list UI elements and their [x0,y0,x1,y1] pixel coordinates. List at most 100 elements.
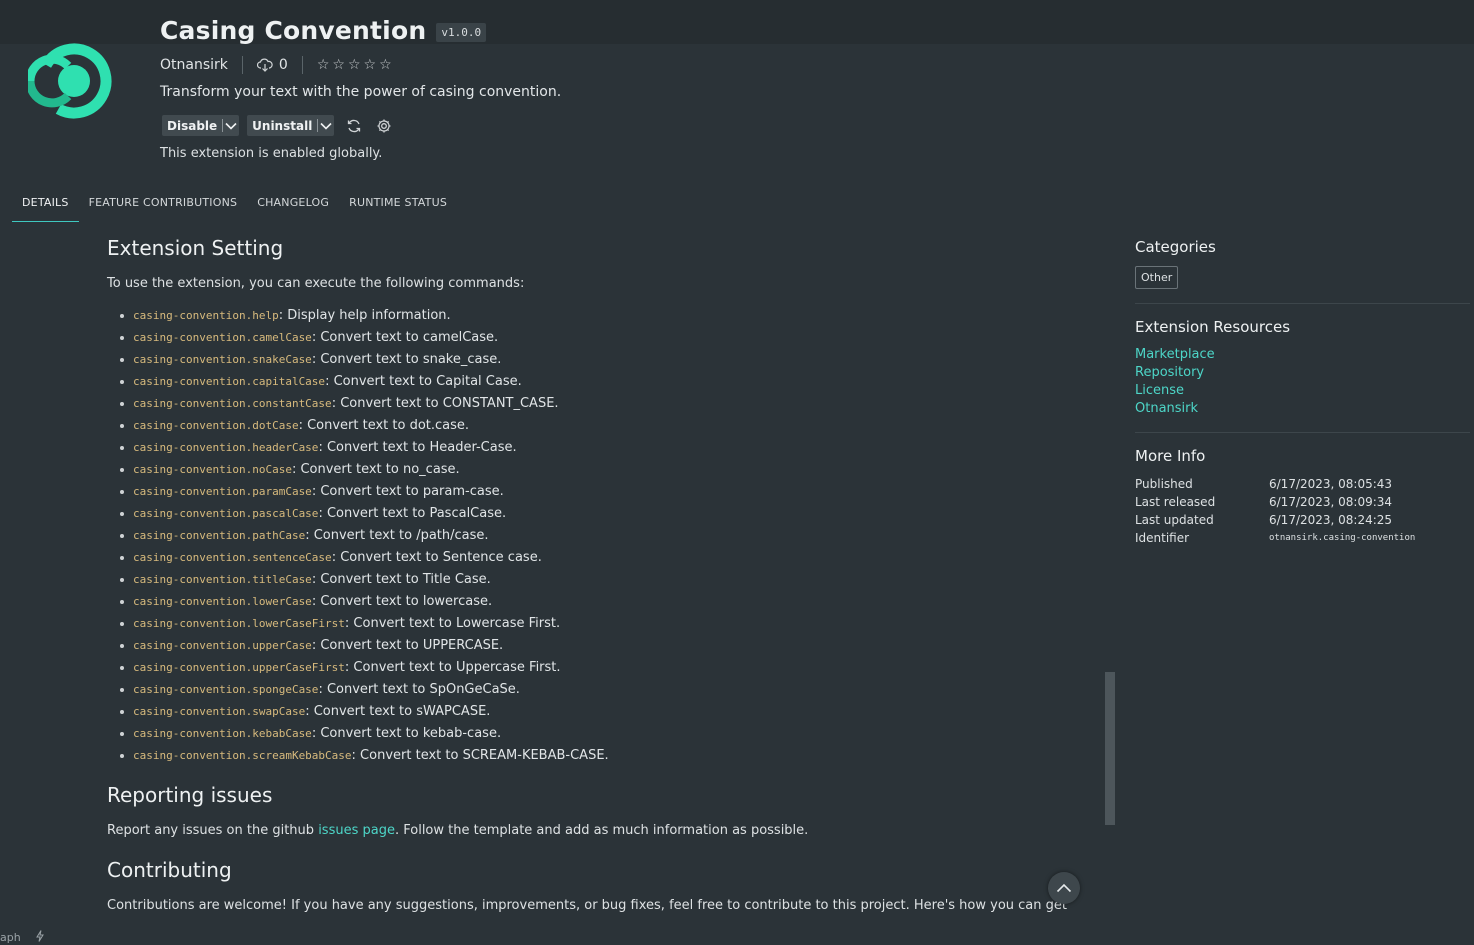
command-id: casing-convention.help [133,309,279,322]
extension-setting-heading: Extension Setting [107,236,284,260]
publisher-name[interactable]: Otnansirk [160,57,228,73]
list-item: casing-convention.sentenceCase: Convert … [120,547,1097,569]
command-description: : Convert text to Sentence case. [331,550,542,565]
list-item: casing-convention.titleCase: Convert tex… [120,569,1097,591]
version-badge: v1.0.0 [436,23,487,42]
list-item: casing-convention.swapCase: Convert text… [120,701,1097,723]
star-icon: ☆ [379,57,392,73]
star-icon: ☆ [363,57,377,73]
command-description: : Convert text to kebab-case. [311,726,502,741]
uninstall-dropdown-button[interactable] [318,115,334,136]
command-description: : Convert text to dot.case. [298,418,470,433]
command-id: casing-convention.upperCase [133,639,312,652]
command-description: : Convert text to PascalCase. [318,506,507,521]
chevron-up-icon [1056,883,1072,893]
command-id: casing-convention.swapCase [133,705,306,718]
command-id: casing-convention.paramCase [133,485,312,498]
command-list: casing-convention.help: Display help inf… [120,305,1097,767]
info-row-last-updated: Last updated 6/17/2023, 08:24:25 [1135,513,1393,527]
disable-dropdown-button[interactable] [223,115,239,136]
extension-logo [25,42,116,120]
extension-sidebar: Categories Other Extension Resources Mar… [1135,238,1470,547]
resources-heading: Extension Resources [1135,318,1291,336]
tab-details[interactable]: DETAILS [12,190,79,222]
command-description: : Display help information. [278,308,451,323]
command-description: : Convert text to SCREAM-KEBAB-CASE. [351,748,609,763]
command-description: : Convert text to SpOnGeCaSe. [318,682,520,697]
marketplace-link[interactable]: Marketplace [1135,346,1470,364]
reporting-issues-heading: Reporting issues [107,783,273,807]
list-item: casing-convention.capitalCase: Convert t… [120,371,1097,393]
rating-stars[interactable]: ☆ ☆ ☆ ☆ ☆ [317,57,392,73]
content-scrollbar[interactable] [1105,672,1115,825]
list-item: casing-convention.lowerCaseFirst: Conver… [120,613,1097,635]
sync-button[interactable] [344,116,364,136]
tab-runtime-status[interactable]: RUNTIME STATUS [339,190,457,222]
command-id: casing-convention.titleCase [133,573,312,586]
issues-page-link[interactable]: issues page [318,823,395,838]
action-bar: Disable Uninstall [162,115,394,136]
cloud-download-icon [256,58,273,72]
star-icon: ☆ [316,57,330,73]
command-id: casing-convention.constantCase [133,397,332,410]
list-item: casing-convention.screamKebabCase: Conve… [120,745,1097,767]
list-item: casing-convention.paramCase: Convert tex… [120,481,1097,503]
list-item: casing-convention.snakeCase: Convert tex… [120,349,1097,371]
list-item: casing-convention.pathCase: Convert text… [120,525,1097,547]
command-description: : Convert text to camelCase. [311,330,499,345]
command-id: casing-convention.camelCase [133,331,312,344]
command-description: : Convert text to sWAPCASE. [305,704,491,719]
command-id: casing-convention.sentenceCase [133,551,332,564]
chevron-down-icon [320,122,332,130]
more-info-heading: More Info [1135,447,1206,465]
list-item: casing-convention.headerCase: Convert te… [120,437,1097,459]
categories-heading: Categories [1135,238,1216,256]
command-description: : Convert text to Uppercase First. [344,660,561,675]
star-icon: ☆ [332,57,345,73]
command-id: casing-convention.screamKebabCase [133,749,352,762]
list-item: casing-convention.pascalCase: Convert te… [120,503,1097,525]
repository-link[interactable]: Repository [1135,364,1470,382]
extension-title: Casing Convention [160,16,427,45]
gear-icon [377,119,391,132]
command-description: : Convert text to Title Case. [311,572,491,587]
tab-changelog[interactable]: CHANGELOG [247,190,339,222]
command-description: : Convert text to lowercase. [311,594,493,609]
command-description: : Convert text to CONSTANT_CASE. [331,396,559,411]
publisher-link[interactable]: Otnansirk [1135,400,1470,418]
command-description: : Convert text to param-case. [311,484,504,499]
tab-feature-contributions[interactable]: FEATURE CONTRIBUTIONS [79,190,248,222]
extension-header: Casing Convention v1.0.0 Otnansirk 0 ☆ ☆… [0,0,1474,180]
command-id: casing-convention.headerCase [133,441,319,454]
disable-button[interactable]: Disable [162,119,222,133]
list-item: casing-convention.noCase: Convert text t… [120,459,1097,481]
uninstall-button[interactable]: Uninstall [247,119,317,133]
setting-intro: To use the extension, you can execute th… [107,276,525,291]
command-id: casing-convention.pathCase [133,529,306,542]
settings-button[interactable] [374,116,394,136]
command-id: casing-convention.lowerCase [133,595,312,608]
install-count-value: 0 [278,57,288,73]
command-id: casing-convention.spongeCase [133,683,319,696]
command-id: casing-convention.capitalCase [133,375,326,388]
scroll-to-top-button[interactable] [1048,872,1080,904]
readme-content: Extension Setting To use the extension, … [107,236,1097,913]
command-id: casing-convention.snakeCase [133,353,312,366]
command-id: casing-convention.lowerCaseFirst [133,617,345,630]
license-link[interactable]: License [1135,382,1470,400]
info-row-identifier: Identifier otnansirk.casing-convention [1135,531,1416,545]
command-id: casing-convention.noCase [133,463,292,476]
sync-icon [348,119,361,132]
chevron-down-icon [225,122,237,130]
command-description: : Convert text to Capital Case. [325,374,522,389]
list-item: casing-convention.dotCase: Convert text … [120,415,1097,437]
list-item: casing-convention.help: Display help inf… [120,305,1097,327]
contributing-text: Contributions are welcome! If you have a… [107,898,1067,913]
info-row-last-released: Last released 6/17/2023, 08:09:34 [1135,495,1393,509]
list-item: casing-convention.upperCase: Convert tex… [120,635,1097,657]
category-tag[interactable]: Other [1135,266,1179,289]
list-item: casing-convention.spongeCase: Convert te… [120,679,1097,701]
command-description: : Convert text to no_case. [291,462,460,477]
list-item: casing-convention.lowerCase: Convert tex… [120,591,1097,613]
list-item: casing-convention.camelCase: Convert tex… [120,327,1097,349]
